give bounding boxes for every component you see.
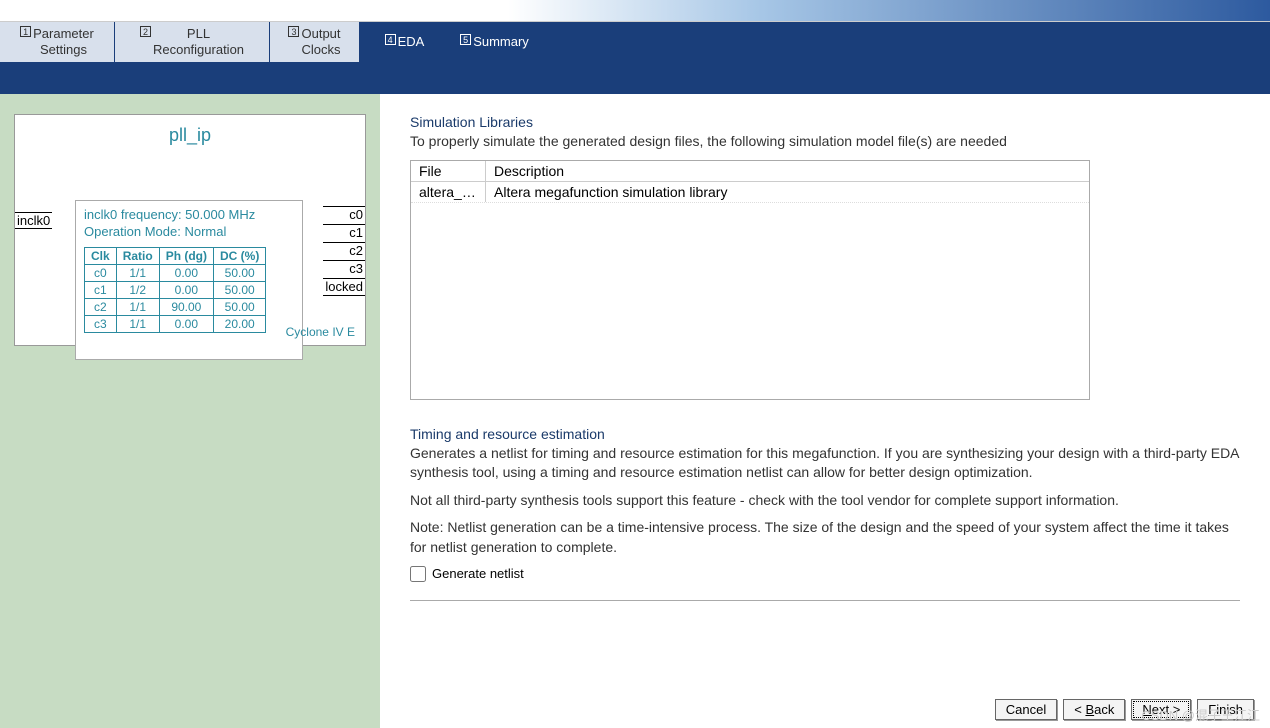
wizard-tabs: 1ParameterSettings 2PLLReconfiguration 3…: [0, 22, 1270, 62]
timing-paragraph: Not all third-party synthesis tools supp…: [410, 491, 1240, 511]
tab-summary[interactable]: 5Summary: [450, 22, 540, 62]
block-diagram: pll_ip inclk0 inclk0 frequency: 50.000 M…: [14, 114, 366, 346]
sim-libraries-desc: To properly simulate the generated desig…: [410, 132, 1240, 152]
tab-eda[interactable]: 4EDA: [360, 22, 450, 62]
next-button[interactable]: Next >: [1131, 699, 1191, 720]
info-mode: Operation Mode: Normal: [84, 224, 294, 241]
tab-text: Summary: [473, 34, 529, 50]
generate-netlist-checkbox[interactable]: [410, 566, 426, 582]
tab-output-clocks[interactable]: 3OutputClocks: [270, 22, 360, 62]
timing-paragraph: Note: Netlist generation can be a time-i…: [410, 518, 1240, 557]
main-content: pll_ip inclk0 inclk0 frequency: 50.000 M…: [0, 94, 1270, 728]
cell-description: Altera megafunction simulation library: [486, 182, 1089, 202]
divider: [410, 600, 1240, 601]
tab-number: 2: [140, 26, 151, 37]
table-row[interactable]: altera_mf Altera megafunction simulation…: [411, 182, 1089, 203]
timing-section-title: Timing and resource estimation: [410, 426, 1240, 442]
timing-paragraph: Generates a netlist for timing and resou…: [410, 444, 1240, 483]
wizard-buttons: Cancel < Back Next > Finish: [995, 699, 1254, 720]
output-port: c1: [323, 225, 365, 243]
title-bar-gradient: [0, 0, 1270, 22]
cell-file: altera_mf: [411, 182, 486, 202]
settings-panel: Simulation Libraries To properly simulat…: [380, 94, 1270, 728]
tab-text: PLLReconfiguration: [153, 26, 244, 57]
back-button[interactable]: < Back: [1063, 699, 1125, 720]
pll-info-box: inclk0 frequency: 50.000 MHz Operation M…: [75, 200, 303, 360]
output-ports: c0 c1 c2 c3 locked: [323, 206, 365, 296]
tab-text: ParameterSettings: [33, 26, 94, 57]
block-title: pll_ip: [21, 125, 359, 146]
input-port: inclk0: [15, 212, 52, 229]
sim-libraries-title: Simulation Libraries: [410, 114, 1240, 130]
output-port: c0: [323, 206, 365, 225]
tab-text: EDA: [398, 34, 425, 50]
tab-number: 3: [288, 26, 299, 37]
clk-header: Clk: [85, 247, 117, 264]
tab-number: 1: [20, 26, 31, 37]
finish-button[interactable]: Finish: [1197, 699, 1254, 720]
tab-number: 5: [460, 34, 471, 45]
sim-libraries-table: File Description altera_mf Altera megafu…: [410, 160, 1090, 400]
output-port: c3: [323, 261, 365, 279]
clk-header: DC (%): [214, 247, 266, 264]
col-header-description: Description: [486, 161, 1089, 181]
clk-header: Ph (dg): [159, 247, 213, 264]
preview-panel: pll_ip inclk0 inclk0 frequency: 50.000 M…: [0, 94, 380, 728]
tab-text: OutputClocks: [301, 26, 340, 57]
generate-netlist-label: Generate netlist: [432, 566, 524, 581]
output-port: locked: [323, 279, 365, 297]
info-frequency: inclk0 frequency: 50.000 MHz: [84, 207, 294, 224]
output-port: c2: [323, 243, 365, 261]
tab-number: 4: [385, 34, 396, 45]
col-header-file: File: [411, 161, 486, 181]
device-family-label: Cyclone IV E: [286, 325, 355, 339]
table-header-row: File Description: [411, 161, 1089, 182]
clk-header: Ratio: [116, 247, 159, 264]
tab-pll-reconfiguration[interactable]: 2PLLReconfiguration: [115, 22, 270, 62]
clock-table: Clk Ratio Ph (dg) DC (%) c01/10.0050.00 …: [84, 247, 266, 333]
sub-header-bar: [0, 62, 1270, 94]
tab-parameter-settings[interactable]: 1ParameterSettings: [0, 22, 115, 62]
cancel-button[interactable]: Cancel: [995, 699, 1057, 720]
